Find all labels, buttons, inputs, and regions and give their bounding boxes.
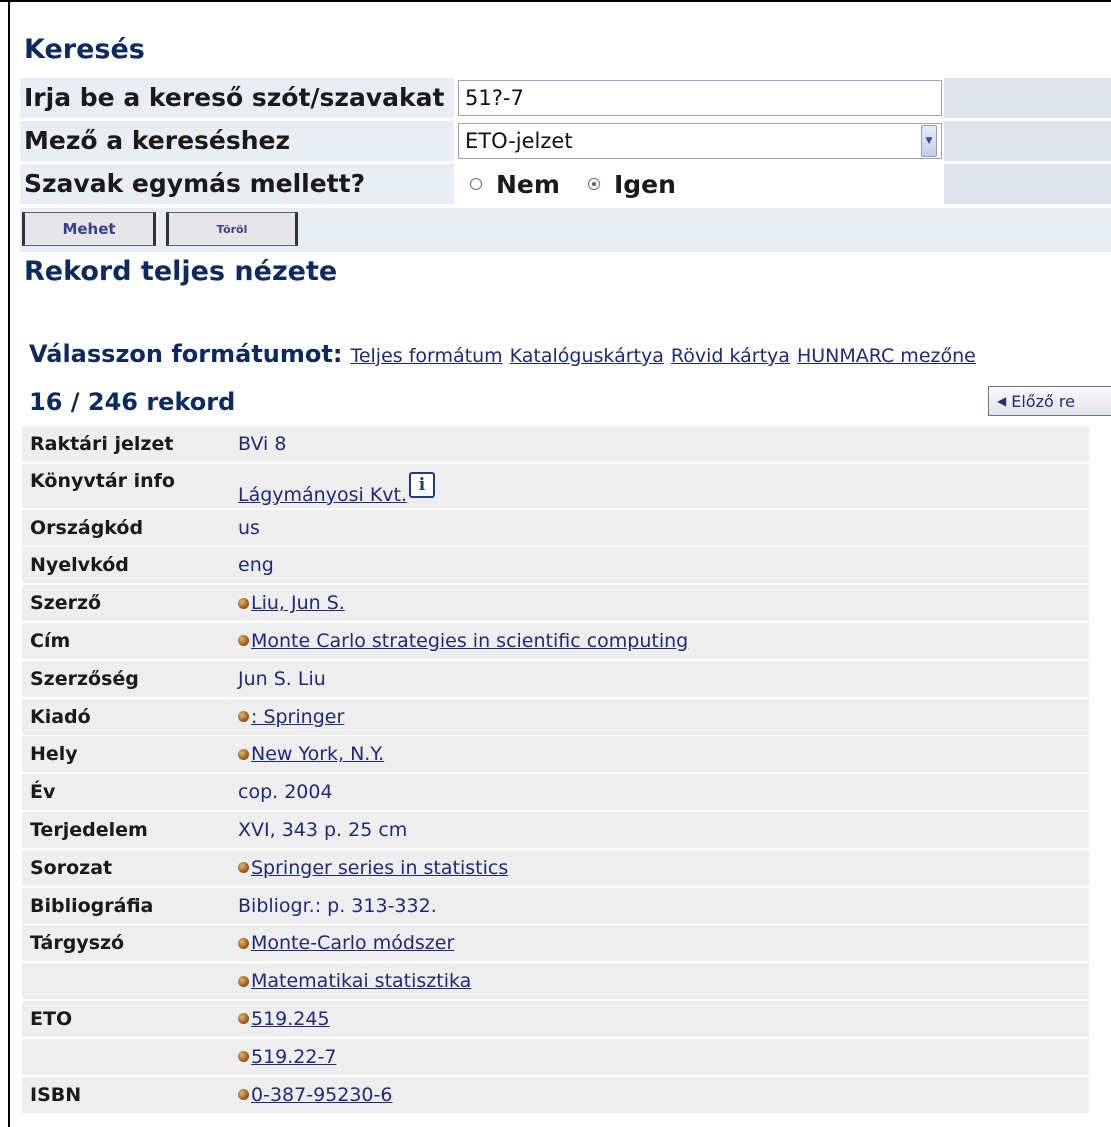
field-name: Cím [30, 629, 71, 652]
table-row: Szerzőség Jun S. Liu [22, 660, 1089, 697]
author-link[interactable]: Liu, Jun S. [251, 592, 345, 614]
go-button[interactable]: Mehet [22, 212, 156, 246]
subject-link[interactable]: Monte-Carlo módszer [251, 932, 454, 954]
table-row: Tárgyszó Monte-Carlo módszer [22, 925, 1089, 962]
field-name: Országkód [30, 516, 144, 539]
field-name: Raktári jelzet [30, 433, 174, 455]
field-name: Tárgyszó [30, 932, 125, 955]
table-row: Nyelvkód eng [22, 547, 1089, 584]
field-row: Mező a kereséshez ETO-jelzet ▼ [20, 121, 1111, 161]
field-value: eng [238, 554, 274, 577]
table-row: Terjedelem XVI, 343 p. 25 cm [22, 811, 1089, 848]
field-name: Szerző [30, 592, 102, 615]
clear-button[interactable]: Töröl [166, 212, 298, 246]
query-label: Irja be a kereső szót/szavakat [20, 78, 454, 118]
field-name: Kiadó [30, 705, 91, 728]
bullet-icon [238, 975, 249, 987]
adjacent-row: Szavak egymás mellett? Nem Igen [20, 164, 1111, 204]
radio-nem-label[interactable]: Nem [496, 170, 560, 199]
button-row: Mehet Töröl [20, 208, 1111, 252]
table-row: ETO 519.245 [22, 1000, 1089, 1037]
bullet-icon [238, 635, 249, 647]
previous-record-label: Előző re [1011, 391, 1075, 411]
record-view-title: Rekord teljes nézete [24, 256, 338, 287]
field-name: Terjedelem [30, 818, 148, 841]
table-row: Könyvtár info Lágymányosi Kvt. i [22, 463, 1089, 508]
table-row: Szerző Liu, Jun S. [22, 585, 1089, 622]
bullet-icon [238, 1013, 249, 1025]
table-row: 519.22-7 [22, 1038, 1089, 1075]
title-link[interactable]: Monte Carlo strategies in scientific com… [251, 630, 688, 652]
library-link[interactable]: Lágymányosi Kvt. [238, 484, 407, 506]
field-label: Mező a kereséshez [20, 121, 454, 161]
chevron-down-icon[interactable]: ▼ [921, 125, 937, 157]
field-name: Év [30, 781, 56, 804]
info-icon[interactable]: i [409, 471, 436, 498]
field-name: Szerzőség [30, 667, 139, 690]
field-name: Bibliográfia [30, 894, 154, 917]
table-row: Matematikai statisztika [22, 963, 1089, 1000]
triangle-left-icon: ◀ [997, 394, 1007, 408]
format-link-short-card[interactable]: Rövid kártya [671, 345, 790, 367]
format-link-catalog-card[interactable]: Katalóguskártya [510, 345, 664, 367]
radio-igen-label[interactable]: Igen [614, 170, 676, 199]
table-row: Bibliográfia Bibliogr.: p. 313-332. [22, 887, 1089, 924]
subject-link[interactable]: Matematikai statisztika [251, 970, 471, 992]
format-link-hunmarc[interactable]: HUNMARC mezőne [797, 345, 976, 367]
field-name: Nyelvkód [30, 554, 129, 577]
format-link-full[interactable]: Teljes formátum [350, 345, 502, 367]
frame-left-border [8, 0, 10, 1127]
bullet-icon [238, 1051, 249, 1063]
format-label: Válasszon formátumot: [29, 340, 343, 368]
place-link[interactable]: New York, N.Y. [251, 743, 384, 765]
adjacent-label: Szavak egymás mellett? [20, 164, 454, 204]
search-field-select[interactable]: ETO-jelzet ▼ [458, 123, 942, 159]
eto-link[interactable]: 519.22-7 [251, 1046, 336, 1068]
field-value: Bibliogr.: p. 313-332. [238, 894, 437, 917]
table-row: Kiadó : Springer [22, 698, 1089, 735]
table-row: Cím Monte Carlo strategies in scientific… [22, 622, 1089, 659]
format-selector: Válasszon formátumot: Teljes formátum Ka… [29, 340, 1111, 372]
frame-top-border [0, 0, 1111, 2]
field-name: Hely [30, 743, 78, 766]
bullet-icon [238, 597, 249, 609]
field-name: Sorozat [30, 856, 113, 879]
field-value: Jun S. Liu [238, 667, 326, 690]
search-field-value: ETO-jelzet [465, 129, 573, 153]
table-row: Hely New York, N.Y. [22, 736, 1089, 773]
record-counter: 16 / 246 rekord [29, 388, 236, 416]
bullet-icon [238, 711, 249, 723]
field-name: Könyvtár info [30, 469, 175, 492]
adjacent-radio-group: Nem Igen [466, 170, 700, 199]
query-row: Irja be a kereső szót/szavakat 51?-7 [20, 78, 1111, 118]
radio-nem[interactable] [470, 178, 482, 190]
record-table: Raktári jelzet BVi 8 Könyvtár info Lágym… [22, 426, 1089, 1114]
series-link[interactable]: Springer series in statistics [251, 857, 508, 879]
table-row: Sorozat Springer series in statistics [22, 849, 1089, 886]
bullet-icon [238, 937, 249, 949]
previous-record-button[interactable]: ◀ Előző re [988, 386, 1111, 416]
search-input[interactable]: 51?-7 [458, 80, 942, 116]
publisher-link[interactable]: : Springer [251, 706, 344, 728]
table-row: ISBN 0-387-95230-6 [22, 1076, 1089, 1113]
field-value: cop. 2004 [238, 781, 333, 804]
isbn-link[interactable]: 0-387-95230-6 [251, 1084, 392, 1106]
field-value: us [238, 516, 260, 539]
table-row: Országkód us [22, 509, 1089, 546]
field-name: ISBN [30, 1083, 82, 1106]
search-title: Keresés [24, 34, 145, 65]
table-row: Raktári jelzet BVi 8 [22, 426, 1089, 462]
field-name: ETO [30, 1007, 73, 1030]
field-value: BVi 8 [238, 433, 287, 455]
bullet-icon [238, 862, 249, 874]
eto-link[interactable]: 519.245 [251, 1008, 330, 1030]
radio-igen[interactable] [587, 178, 600, 190]
table-row: Év cop. 2004 [22, 774, 1089, 811]
field-value: XVI, 343 p. 25 cm [238, 818, 408, 841]
bullet-icon [238, 1089, 249, 1101]
bullet-icon [238, 748, 249, 760]
